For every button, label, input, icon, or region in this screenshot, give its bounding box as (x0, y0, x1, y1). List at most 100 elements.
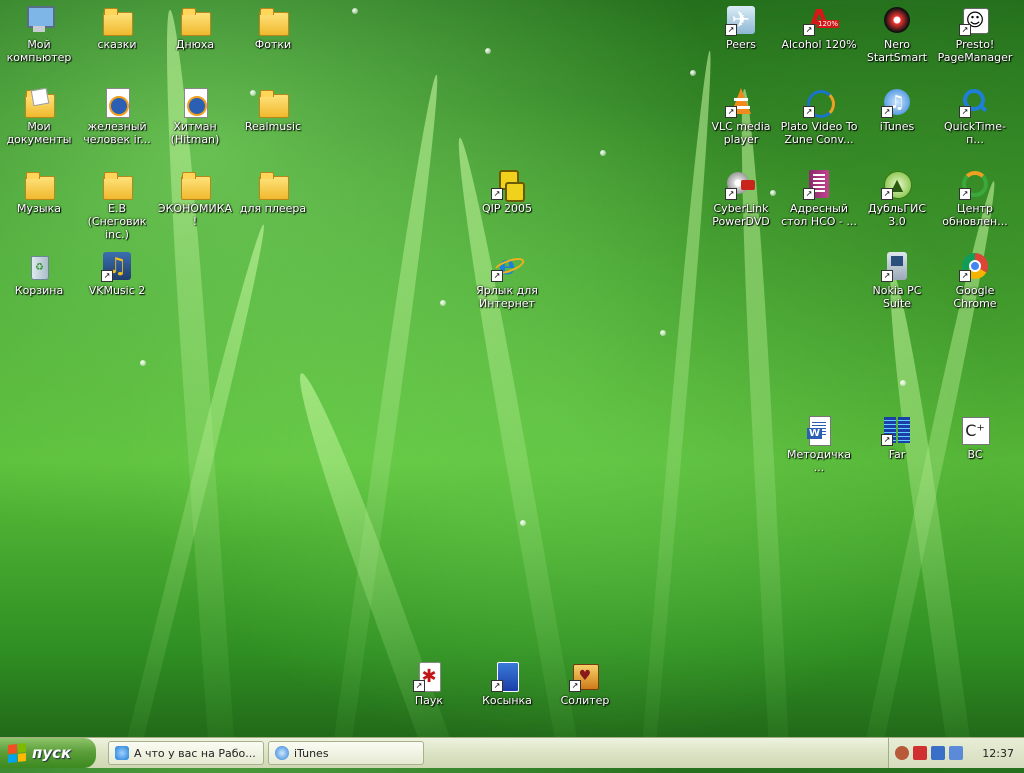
desktop-icon-presto[interactable]: ☺ ↗ Presto! PageManager (936, 4, 1014, 64)
desktop-icon-spider[interactable]: ✱ ↗ Паук (390, 660, 468, 707)
start-label: пуск (32, 744, 72, 762)
folder-icon (179, 168, 211, 200)
desktop-icon-metodichka[interactable]: W Методичка ... (780, 414, 858, 474)
icon-label: Alcohol 120% (781, 38, 857, 51)
desktop-icon-dublgis[interactable]: ▲ ↗ ДубльГИС 3.0 (858, 168, 936, 228)
desktop-icon-vkmusic[interactable]: ♫ ↗ VKMusic 2 (78, 250, 156, 297)
desktop-icon-muzyka[interactable]: Музыка (0, 168, 78, 215)
desktop-icon-eb-snegovik[interactable]: Е.В (Снеговик inc.) (78, 168, 156, 241)
desktop-icon-my-documents[interactable]: Мои документы (0, 86, 78, 146)
far-icon: ↗ (881, 414, 913, 446)
desktop-icon-itunes[interactable]: ♫ ↗ iTunes (858, 86, 936, 133)
solitaire-icon: ↗ (491, 660, 523, 692)
desktop-icon-update-center[interactable]: ↗ Центр обновлен... (936, 168, 1014, 228)
desktop-icon-skazki[interactable]: сказки (78, 4, 156, 51)
icon-label: Е.В (Снеговик inc.) (87, 202, 147, 241)
desktop-icon-far[interactable]: ↗ Far (858, 414, 936, 461)
icon-label: Realmusic (244, 120, 302, 133)
documents-icon (23, 86, 55, 118)
desktop-icon-chrome[interactable]: ↗ Google Chrome (936, 250, 1014, 310)
icon-label: Хитман (Hitman) (170, 120, 220, 146)
icon-label: Plato Video To Zune Conv... (780, 120, 858, 146)
icon-label: Корзина (14, 284, 64, 297)
media-file-icon (101, 86, 133, 118)
desktop-icon-realmusic[interactable]: Realmusic (234, 86, 312, 133)
icon-label: Ярлык для Интернет (476, 284, 538, 310)
icon-label: Nokia PC Suite (872, 284, 922, 310)
icon-label: Фотки (254, 38, 292, 51)
qip-icon: ↗ (491, 168, 525, 202)
desktop-icon-nero[interactable]: Nero StartSmart (858, 4, 936, 64)
desktop-icon-recycle-bin[interactable]: ♻ Корзина (0, 250, 78, 297)
icon-label: CyberLink PowerDVD (712, 202, 770, 228)
nero-icon (881, 4, 913, 36)
task-button-itunes[interactable]: iTunes (268, 741, 424, 765)
update-center-icon: ↗ (959, 168, 991, 200)
folder-icon (101, 4, 133, 36)
desktop-icon-dlya-pleera[interactable]: для плеера (234, 168, 312, 215)
icon-label: Паук (414, 694, 444, 707)
folder-icon (257, 4, 289, 36)
icon-label: Методичка ... (786, 448, 852, 474)
desktop-icon-plato[interactable]: ↗ Plato Video To Zune Conv... (780, 86, 858, 146)
desktop-icon-adresny[interactable]: ↗ Адресный стол НСО - ... (780, 168, 858, 228)
desktop-icon-solitaire[interactable]: ↗ Косынка (468, 660, 546, 707)
peers-icon: ✈ ↗ (725, 4, 757, 36)
task-button-browser[interactable]: А что у вас на Рабо... (108, 741, 264, 765)
icon-label: QuickTime-п... (944, 120, 1006, 146)
desktop-icon-freecell[interactable]: ♥ ↗ Солитер (546, 660, 624, 707)
start-button[interactable]: пуск (0, 738, 96, 768)
windows-logo-icon (8, 743, 26, 763)
security-alert-icon[interactable] (913, 746, 927, 760)
desktop-icon-hitman[interactable]: Хитман (Hitman) (156, 86, 234, 146)
desktop-icon-ekonomika[interactable]: ЭКОНОМИКА! (156, 168, 234, 228)
powerdvd-icon: ↗ (725, 168, 757, 200)
quicktime-icon: ↗ (959, 86, 991, 118)
icon-label: QIP 2005 (481, 202, 533, 215)
internet-explorer-icon: e ↗ (491, 250, 527, 282)
recycle-bin-icon: ♻ (23, 250, 55, 282)
icon-label: Peers (725, 38, 757, 51)
plato-icon: ↗ (803, 86, 835, 118)
vkmusic-icon: ♫ ↗ (101, 250, 133, 282)
icon-label: BC (967, 448, 983, 461)
icon-label: Косынка (482, 694, 532, 707)
icon-label: VKMusic 2 (88, 284, 146, 297)
desktop-icon-powerdvd[interactable]: ↗ CyberLink PowerDVD (702, 168, 780, 228)
icon-label: Центр обновлен... (942, 202, 1008, 228)
network-icon[interactable] (931, 746, 945, 760)
icon-label: Google Chrome (953, 284, 997, 310)
icon-label: сказки (97, 38, 137, 51)
folder-icon (257, 168, 289, 200)
address-book-icon: ↗ (803, 168, 835, 200)
show-hidden-icons-icon[interactable] (895, 746, 909, 760)
taskbar: пуск А что у вас на Рабо... iTunes RU 12… (0, 737, 1024, 768)
icon-label: ЭКОНОМИКА! (157, 202, 233, 228)
desktop-icon-fotki[interactable]: Фотки (234, 4, 312, 51)
vlc-icon: ↗ (725, 86, 757, 118)
icon-label: Мои документы (6, 120, 72, 146)
desktop-icon-peers[interactable]: ✈ ↗ Peers (702, 4, 780, 51)
freecell-icon: ♥ ↗ (569, 660, 601, 692)
dublgis-icon: ▲ ↗ (881, 168, 913, 200)
clock[interactable]: 12:37 (982, 747, 1014, 760)
volume-icon[interactable] (949, 746, 963, 760)
desktop-icon-vlc[interactable]: ↗ VLC media player (702, 86, 780, 146)
desktop-icon-alcohol[interactable]: A 120% ↗ Alcohol 120% (780, 4, 858, 51)
desktop-icon-bc[interactable]: C⁺ BC (936, 414, 1014, 461)
word-document-icon: W (803, 414, 835, 446)
desktop-icon-qip[interactable]: ↗ QIP 2005 (468, 168, 546, 215)
desktop-icon-dnyukha[interactable]: Днюха (156, 4, 234, 51)
desktop-icon-nokia[interactable]: ↗ Nokia PC Suite (858, 250, 936, 310)
icon-label: железный человек ir... (83, 120, 151, 146)
desktop-icon-iron-man[interactable]: железный человек ir... (78, 86, 156, 146)
desktop-icon-ie[interactable]: e ↗ Ярлык для Интернет (468, 250, 546, 310)
task-label: А что у вас на Рабо... (134, 746, 256, 760)
icon-label: Nero StartSmart (866, 38, 928, 64)
media-file-icon (179, 86, 211, 118)
desktop-icon-quicktime[interactable]: ↗ QuickTime-п... (936, 86, 1014, 146)
itunes-icon (275, 746, 289, 760)
task-label: iTunes (294, 746, 329, 760)
desktop-icon-my-computer[interactable]: Мой компьютер (0, 4, 78, 64)
icon-label: ДубльГИС 3.0 (867, 202, 927, 228)
